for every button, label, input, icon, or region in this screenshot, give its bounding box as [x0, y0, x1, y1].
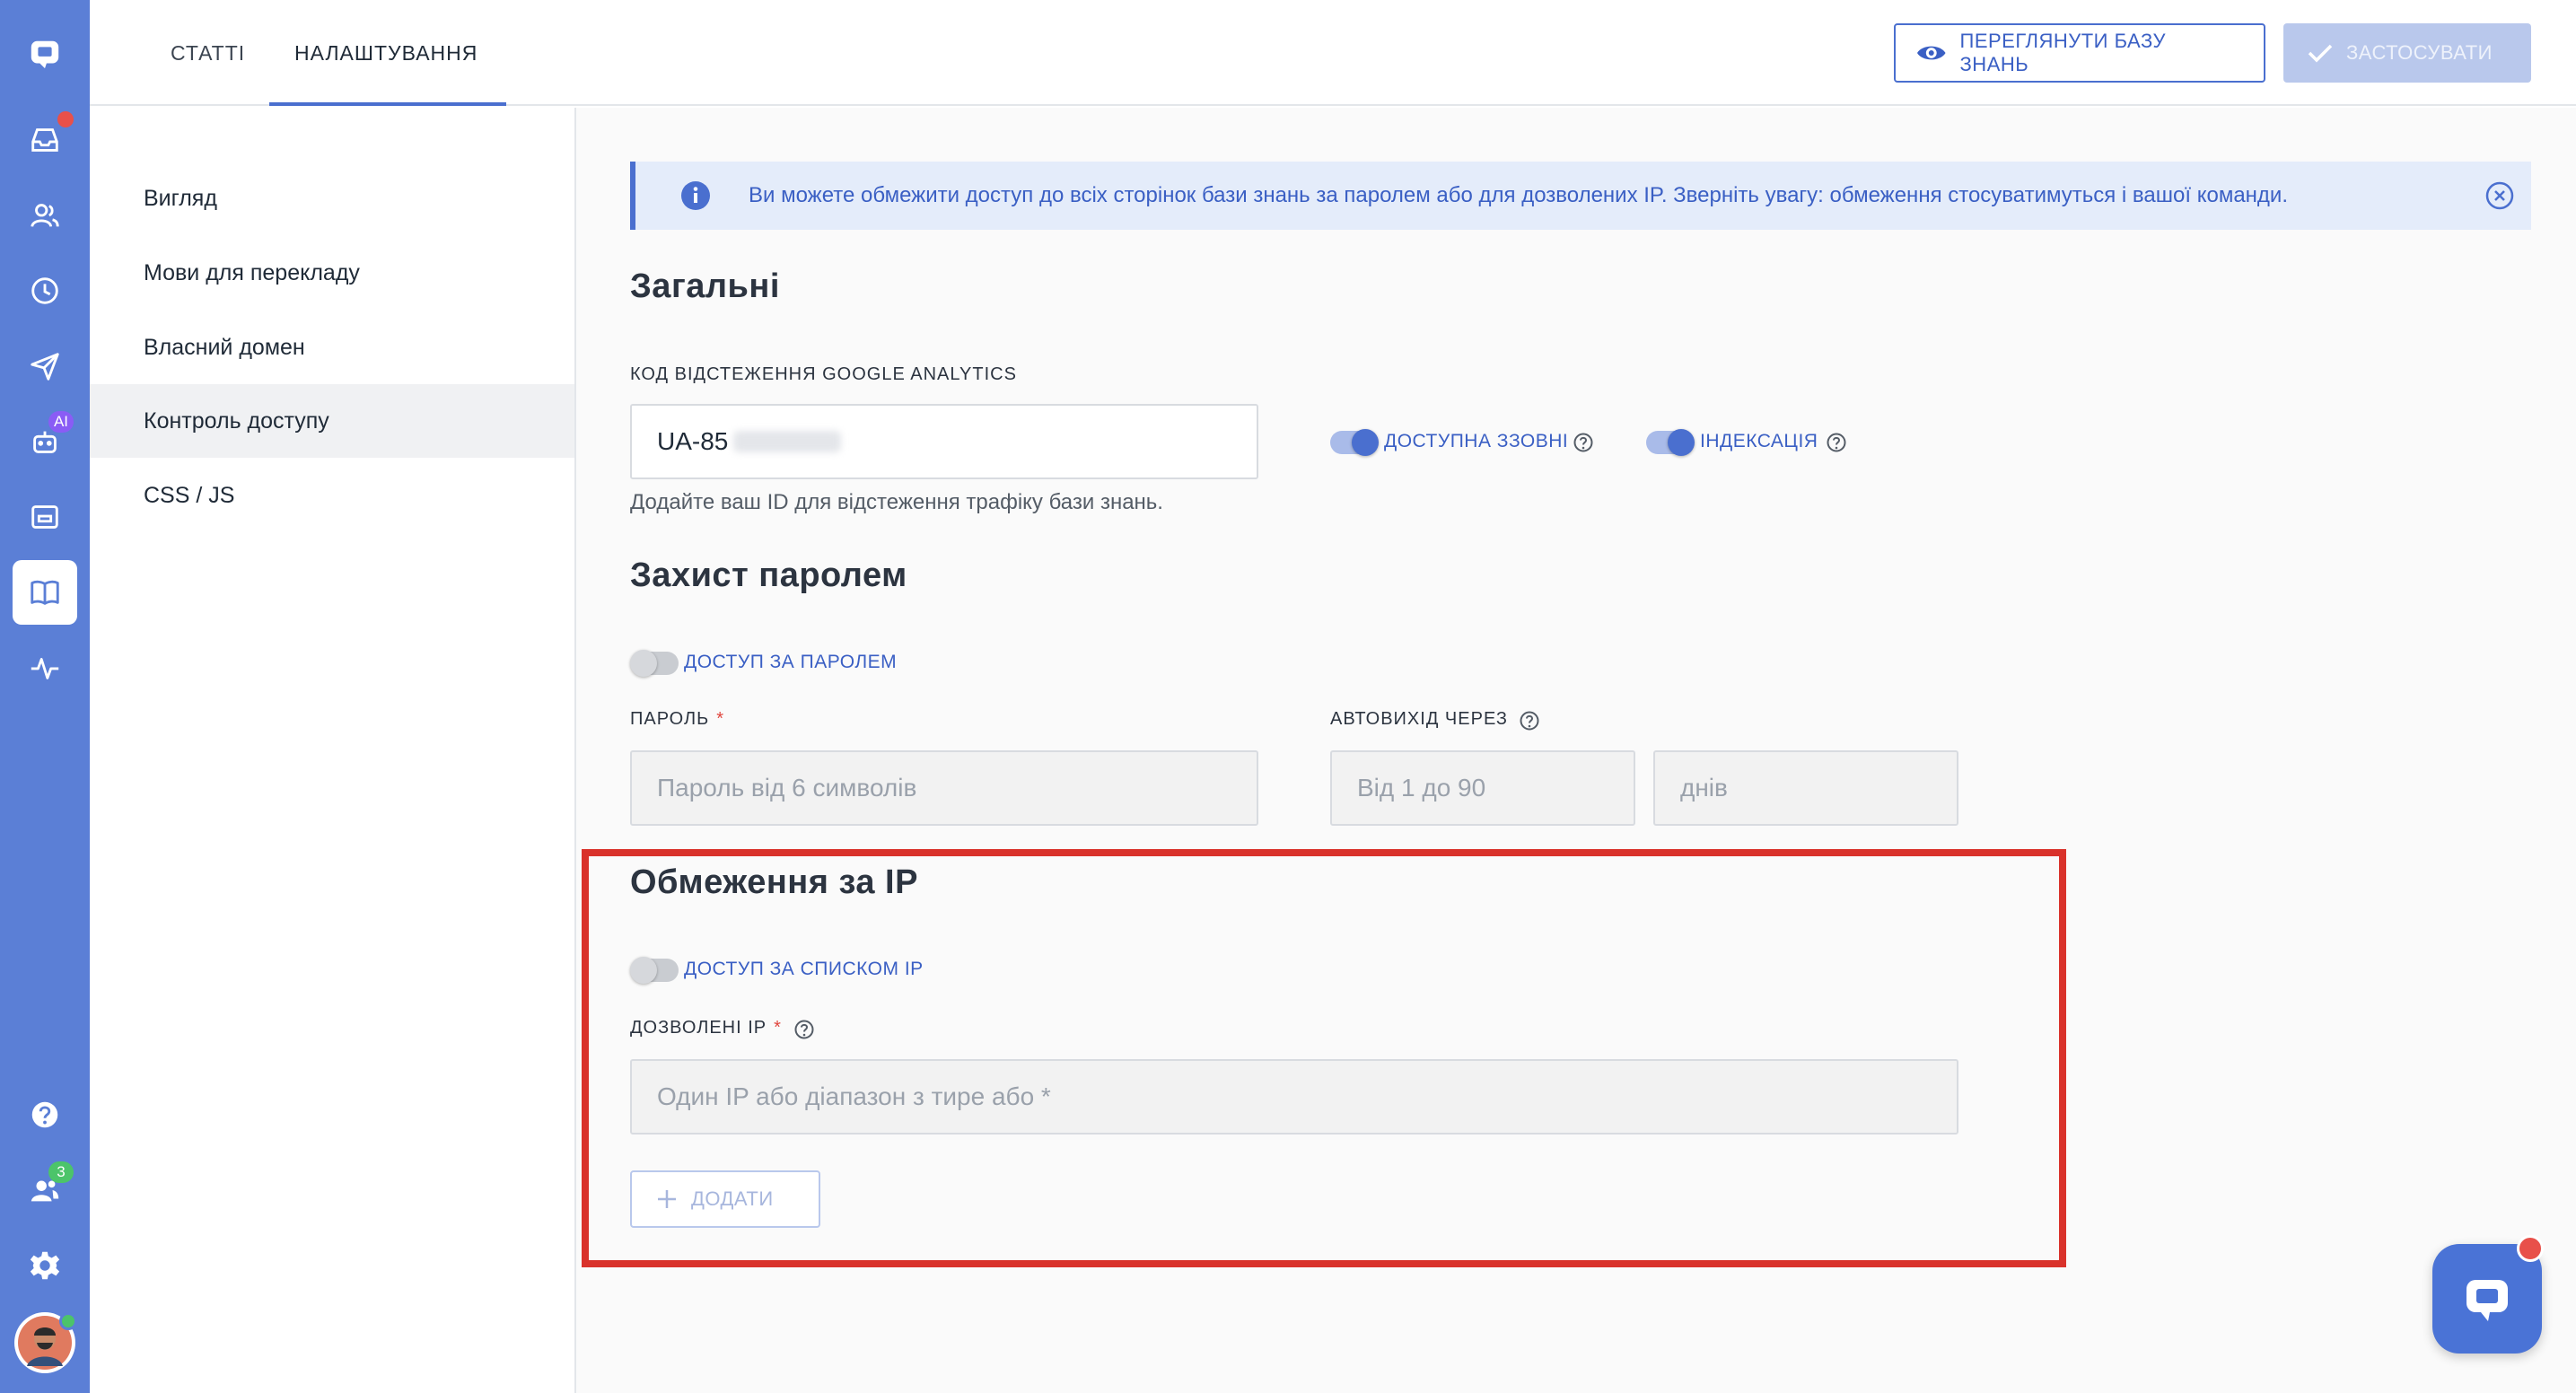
info-icon — [681, 181, 710, 210]
password-label: ПАРОЛЬ * — [630, 709, 724, 730]
add-ip-label: ДОДАТИ — [691, 1187, 774, 1210]
password-input[interactable]: Пароль від 6 символів — [630, 750, 1258, 826]
general-section-title: Загальні — [630, 267, 780, 305]
ip-section-title: Обмеження за IP — [630, 863, 918, 901]
question-icon[interactable] — [1519, 710, 1540, 732]
public-access-toggle[interactable] — [1330, 429, 1379, 456]
tab-settings[interactable]: НАЛАШТУВАННЯ — [294, 0, 478, 106]
public-access-label: ДОСТУПНА ЗЗОВНІ — [1384, 431, 1569, 451]
question-icon[interactable] — [1573, 432, 1594, 453]
view-knowledge-base-label: ПЕРЕГЛЯНУТИ БАЗУ ЗНАНЬ — [1959, 30, 2166, 75]
app-logo-icon[interactable] — [13, 22, 77, 86]
toggle-knob — [630, 650, 657, 677]
question-icon[interactable] — [793, 1019, 815, 1040]
send-icon[interactable] — [13, 334, 77, 399]
allowed-ip-label-text: ДОЗВОЛЕНІ IP — [630, 1018, 767, 1038]
toggle-knob — [1668, 429, 1695, 456]
inbox-notification-dot — [57, 111, 74, 127]
password-label-text: ПАРОЛЬ — [630, 709, 710, 729]
widget-window-icon[interactable] — [13, 485, 77, 549]
eye-icon — [1916, 46, 1946, 60]
auto-logout-unit-field: днів — [1653, 750, 1958, 826]
view-knowledge-base-button[interactable]: ПЕРЕГЛЯНУТИ БАЗУ ЗНАНЬ — [1894, 23, 2265, 83]
password-access-toggle[interactable] — [630, 650, 679, 677]
tab-articles[interactable]: СТАТТІ — [171, 0, 245, 106]
close-icon[interactable] — [2484, 180, 2515, 211]
online-status-dot — [59, 1312, 77, 1330]
password-section-title: Захист паролем — [630, 556, 907, 594]
chat-notification-dot — [2517, 1235, 2544, 1262]
ga-code-label: КОД ВІДСТЕЖЕННЯ GOOGLE ANALYTICS — [630, 364, 1017, 384]
team-count-badge: 3 — [48, 1161, 74, 1183]
ga-code-hint: Додайте ваш ID для відстеження трафіку б… — [630, 490, 1163, 514]
history-clock-icon[interactable] — [13, 258, 77, 323]
ga-code-value: UA-85 — [657, 427, 729, 455]
required-mark: * — [774, 1018, 782, 1038]
allowed-ip-input[interactable]: Один IP або діапазон з тире або * — [630, 1059, 1958, 1135]
ip-access-toggle[interactable] — [630, 957, 679, 984]
knowledge-base-book-icon[interactable] — [13, 560, 77, 625]
analytics-pulse-icon[interactable] — [13, 635, 77, 700]
toggle-knob — [1352, 429, 1379, 456]
subnav-item-custom-domain[interactable]: Власний домен — [90, 311, 574, 384]
toggle-knob — [630, 957, 657, 984]
ip-access-label: ДОСТУП ЗА СПИСКОМ IP — [684, 959, 924, 979]
info-banner-text: Ви можете обмежити доступ до всіх сторін… — [749, 183, 2288, 207]
apply-label: ЗАСТОСУВАТИ — [2346, 41, 2493, 64]
active-tab-underline — [269, 102, 506, 106]
apply-button[interactable]: ЗАСТОСУВАТИ — [2283, 23, 2531, 83]
chat-icon — [2466, 1280, 2508, 1321]
subnav-item-translation-languages[interactable]: Мови для перекладу — [90, 236, 574, 310]
redacted-blur — [733, 431, 842, 452]
help-icon[interactable] — [13, 1082, 77, 1147]
ai-badge: AI — [48, 411, 74, 433]
ga-code-input[interactable]: UA-85 — [630, 404, 1258, 479]
password-access-label: ДОСТУП ЗА ПАРОЛЕМ — [684, 652, 898, 672]
auto-logout-input[interactable]: Від 1 до 90 — [1330, 750, 1635, 826]
indexing-toggle[interactable] — [1646, 429, 1695, 456]
top-bar: СТАТТІ НАЛАШТУВАННЯ ПЕРЕГЛЯНУТИ БАЗУ ЗНА… — [90, 0, 2576, 106]
question-icon[interactable] — [1826, 432, 1847, 453]
allowed-ip-label: ДОЗВОЛЕНІ IP * — [630, 1018, 782, 1038]
add-ip-button[interactable]: ДОДАТИ — [630, 1170, 820, 1228]
settings-sidebar: Вигляд Мови для перекладу Власний домен … — [90, 108, 576, 1393]
settings-content: Ви можете обмежити доступ до всіх сторін… — [576, 108, 2576, 1393]
required-mark: * — [716, 709, 724, 729]
auto-logout-label: АВТОВИХІД ЧЕРЕЗ — [1330, 709, 1508, 729]
settings-gear-icon[interactable] — [13, 1233, 77, 1298]
app-rail: AI 3 — [0, 0, 90, 1393]
indexing-label: ІНДЕКСАЦІЯ — [1700, 431, 1818, 451]
check-icon — [2308, 44, 2333, 63]
subnav-item-css-js[interactable]: CSS / JS — [90, 459, 574, 532]
subnav-item-access-control[interactable]: Контроль доступу — [90, 384, 574, 458]
info-banner: Ви можете обмежити доступ до всіх сторін… — [630, 162, 2531, 230]
contacts-icon[interactable] — [13, 183, 77, 248]
subnav-item-appearance[interactable]: Вигляд — [90, 162, 574, 235]
plus-icon — [658, 1190, 676, 1208]
